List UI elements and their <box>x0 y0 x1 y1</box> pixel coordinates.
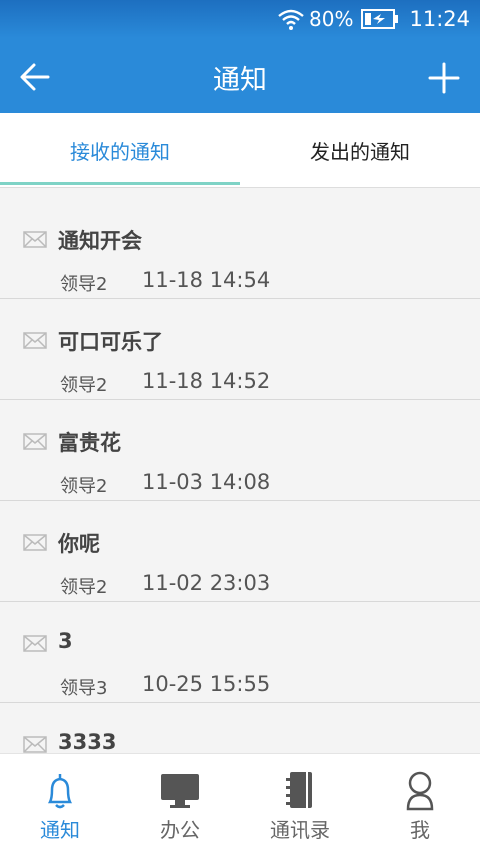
envelope-icon <box>23 534 47 551</box>
list-item[interactable]: 富贵花 领导2 11-03 14:08 <box>0 400 480 501</box>
nav-label: 办公 <box>160 818 200 842</box>
notification-sender: 领导2 <box>60 375 108 396</box>
envelope-icon <box>23 231 47 248</box>
envelope-icon <box>23 332 47 349</box>
notification-time: 11-18 14:52 <box>142 369 271 393</box>
nav-item-office[interactable]: 办公 <box>120 754 240 854</box>
person-icon <box>406 771 434 811</box>
notification-list: 通知开会 领导2 11-18 14:54 可口可乐了 领导2 11-18 14:… <box>0 188 480 753</box>
nav-label: 通知 <box>40 818 80 842</box>
notification-time: 10-25 15:55 <box>142 672 271 696</box>
notification-subject: 通知开会 <box>58 229 142 253</box>
contacts-book-icon <box>286 772 312 808</box>
notification-time: 11-03 14:08 <box>142 470 271 494</box>
notification-sender: 领导3 <box>60 678 108 699</box>
status-clock: 11:24 <box>409 7 470 31</box>
notification-subject: 可口可乐了 <box>58 330 163 354</box>
add-icon[interactable] <box>428 62 460 94</box>
list-item[interactable]: 3 领导3 10-25 15:55 <box>0 602 480 703</box>
nav-item-contacts[interactable]: 通讯录 <box>240 754 360 854</box>
monitor-icon <box>161 774 199 808</box>
notification-sender: 领导2 <box>60 577 108 598</box>
notification-tabs: 接收的通知 发出的通知 <box>0 113 480 188</box>
notification-time: 11-18 14:54 <box>142 268 271 292</box>
app-bar: 通知 <box>0 38 480 113</box>
battery-charging-icon <box>361 9 399 29</box>
bottom-nav: 通知 办公 通讯录 我 <box>0 753 480 854</box>
tab-received[interactable]: 接收的通知 <box>0 113 240 187</box>
notification-sender: 领导2 <box>60 274 108 295</box>
notification-subject: 你呢 <box>58 532 100 556</box>
battery-percent: 80% <box>309 7 354 31</box>
notification-time: 11-02 23:03 <box>142 571 271 595</box>
notification-subject: 3333 <box>58 730 117 753</box>
nav-item-me[interactable]: 我 <box>360 754 480 854</box>
page-title: 通知 <box>213 65 267 96</box>
nav-item-notifications[interactable]: 通知 <box>0 754 120 854</box>
envelope-icon <box>23 433 47 450</box>
list-item[interactable]: 通知开会 领导2 11-18 14:54 <box>0 198 480 299</box>
list-item[interactable]: 3333 <box>0 703 480 753</box>
notification-subject: 3 <box>58 629 73 653</box>
notification-sender: 领导2 <box>60 476 108 497</box>
tab-sent[interactable]: 发出的通知 <box>240 113 480 187</box>
envelope-icon <box>23 635 47 652</box>
envelope-icon <box>23 736 47 753</box>
notification-subject: 富贵花 <box>58 431 121 455</box>
bell-icon <box>47 774 73 809</box>
list-item[interactable]: 你呢 领导2 11-02 23:03 <box>0 501 480 602</box>
nav-label: 我 <box>410 818 430 842</box>
status-bar: 80% 11:24 <box>0 0 480 38</box>
list-item[interactable]: 可口可乐了 领导2 11-18 14:52 <box>0 299 480 400</box>
nav-label: 通讯录 <box>270 818 330 842</box>
wifi-icon <box>278 9 304 30</box>
